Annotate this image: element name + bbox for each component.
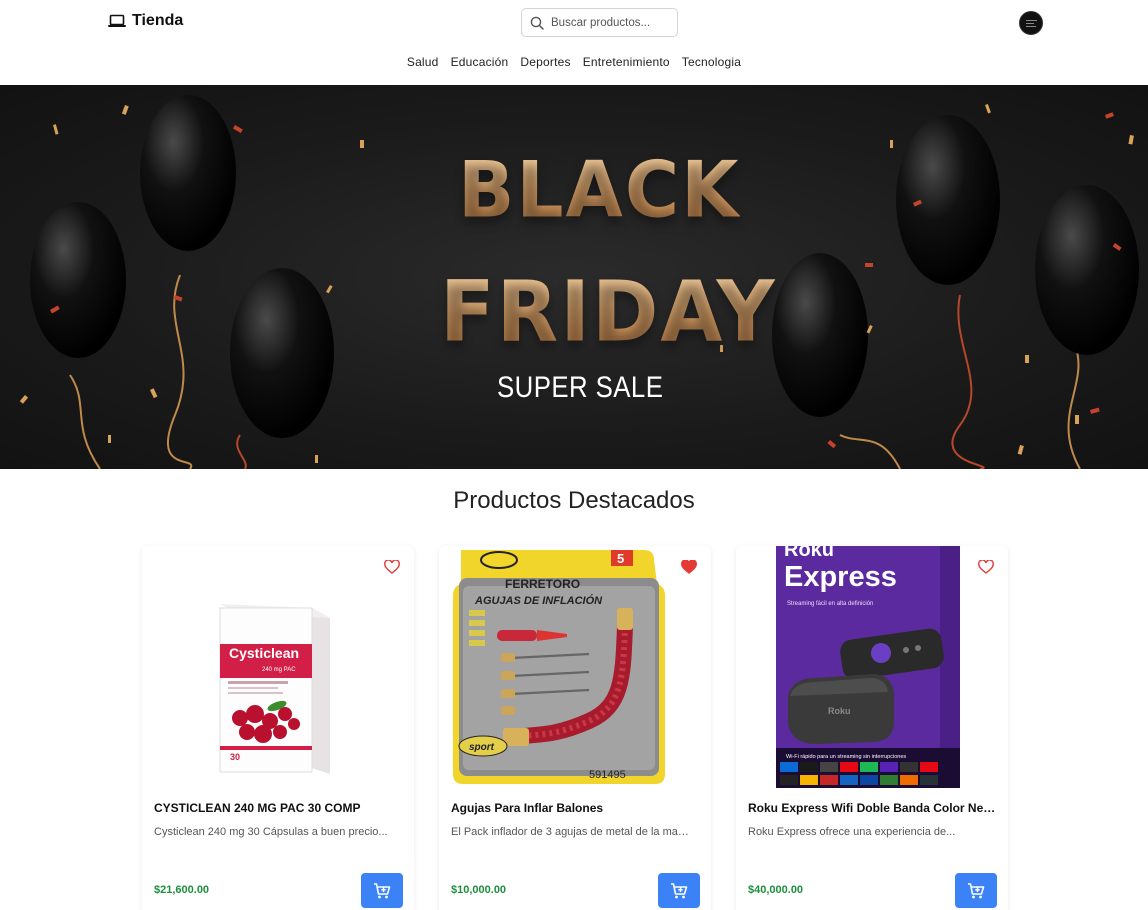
product-image[interactable]: 5 FERRETORO AGUJAS DE INFLACIÓN sport 59… [439,546,711,788]
svg-text:sport: sport [469,742,495,753]
add-to-cart-button[interactable] [658,873,700,908]
search-box[interactable] [521,8,678,37]
svg-text:Roku: Roku [784,546,834,561]
promo-banner[interactable]: BLACK FRIDAY SUPER SALE [0,85,1148,469]
svg-text:Roku: Roku [828,706,851,716]
nav-item-salud[interactable]: Salud [407,55,439,69]
user-avatar[interactable] [1019,11,1043,35]
svg-text:591495: 591495 [589,769,626,781]
nav-item-tecnologia[interactable]: Tecnologia [682,55,741,69]
banner-title-black: BLACK [458,144,741,236]
favorite-heart-icon[interactable] [681,560,697,574]
brand-name: Tienda [132,12,184,29]
favorite-heart-icon[interactable] [978,560,994,574]
product-description: El Pack inflador de 3 agujas de metal de… [451,826,691,838]
cart-plus-icon [374,882,391,898]
add-to-cart-button[interactable] [955,873,997,908]
nav-item-educacion[interactable]: Educación [451,55,509,69]
favorite-heart-icon[interactable] [384,560,400,574]
product-image[interactable]: Cysticlean 240 mg PAC 30 [142,546,414,788]
svg-text:30: 30 [230,752,240,762]
product-name[interactable]: Agujas Para Inflar Balones [451,801,703,815]
search-input[interactable] [551,16,661,29]
site-header: Tienda Salud Educación Deportes Entreten… [0,0,1148,85]
svg-text:Streaming fácil en alta defini: Streaming fácil en alta definición [787,601,873,607]
product-image-brand: Express [784,561,897,593]
cart-plus-icon [671,882,688,898]
product-price: $40,000.00 [748,884,804,896]
product-image[interactable]: Roku Express Streaming fácil en alta def… [736,546,1008,788]
laptop-icon [108,14,126,27]
product-image-brand: FERRETORO [505,577,580,591]
section-title: Productos Destacados [453,487,695,514]
svg-text:AGUJAS DE INFLACIÓN: AGUJAS DE INFLACIÓN [474,594,603,607]
product-description: Roku Express ofrece una experiencia de..… [748,826,956,838]
nav-item-entretenimiento[interactable]: Entretenimiento [583,55,670,69]
product-name[interactable]: CYSTICLEAN 240 MG PAC 30 COMP [154,801,406,815]
product-name[interactable]: Roku Express Wifi Doble Banda Color Negr… [748,801,1000,815]
search-icon [530,16,544,30]
add-to-cart-button[interactable] [361,873,403,908]
product-card-cysticlean[interactable]: Cysticlean 240 mg PAC 30 CYSTICLEAN 240 … [142,546,414,910]
svg-text:5: 5 [617,551,624,566]
cart-plus-icon [968,882,985,898]
product-price: $21,600.00 [154,884,210,896]
product-description: Cysticlean 240 mg 30 Cápsulas a buen pre… [154,826,388,838]
product-card-agujas[interactable]: 5 FERRETORO AGUJAS DE INFLACIÓN sport 59… [439,546,711,910]
brand-link[interactable]: Tienda [108,12,183,30]
banner-subtitle: SUPER SALE [497,371,664,404]
svg-text:240 mg PAC: 240 mg PAC [262,667,296,673]
product-image-brand: Cysticlean [229,645,299,661]
product-card-roku[interactable]: Roku Express Streaming fácil en alta def… [736,546,1008,910]
product-price: $10,000.00 [451,884,507,896]
banner-title-friday: FRIDAY [440,262,777,361]
nav-item-deportes[interactable]: Deportes [520,55,570,69]
category-nav: Salud Educación Deportes Entretenimiento… [0,55,1148,69]
svg-text:Wi-Fi rápido para un streaming: Wi-Fi rápido para un streaming sin inter… [786,754,906,760]
